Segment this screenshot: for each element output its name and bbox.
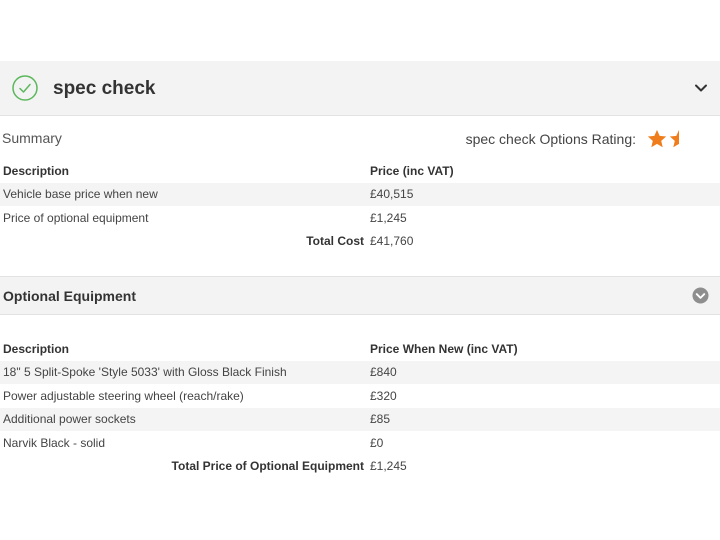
table-cell: £40,515 bbox=[367, 182, 720, 206]
table-row: Price of optional equipment £1,245 bbox=[0, 206, 720, 230]
table-header-row: Description Price (inc VAT) bbox=[0, 159, 720, 183]
table-cell: £840 bbox=[367, 360, 720, 384]
total-label: Total Cost bbox=[306, 234, 364, 249]
table-cell: 18" 5 Split-Spoke 'Style 5033' with Glos… bbox=[0, 360, 367, 384]
spec-check-header[interactable]: spec check bbox=[0, 61, 720, 116]
optional-equipment-table: Description Price When New (inc VAT) 18"… bbox=[0, 337, 720, 478]
page-title: spec check bbox=[53, 78, 156, 99]
options-rating: spec check Options Rating: bbox=[466, 128, 690, 150]
total-row: Total Cost £41,760 bbox=[0, 230, 720, 254]
summary-label: Summary bbox=[2, 130, 62, 146]
table-cell: £85 bbox=[367, 407, 720, 431]
table-row: Narvik Black - solid £0 bbox=[0, 431, 720, 455]
star-full-icon bbox=[647, 129, 667, 148]
section-title: Optional Equipment bbox=[3, 288, 136, 304]
table-row: Vehicle base price when new £40,515 bbox=[0, 182, 720, 206]
column-header: Description bbox=[3, 163, 70, 178]
chevron-down-icon[interactable] bbox=[694, 81, 708, 95]
total-value: £41,760 bbox=[370, 234, 414, 249]
table-cell: Narvik Black - solid bbox=[3, 435, 106, 450]
table-cell: Price of optional equipment bbox=[3, 210, 149, 225]
check-circle-icon bbox=[12, 75, 38, 101]
table-header-row: Description Price When New (inc VAT) bbox=[0, 337, 720, 361]
column-header: Price When New (inc VAT) bbox=[370, 341, 518, 356]
rating-label: spec check Options Rating: bbox=[465, 131, 636, 147]
table-cell: £320 bbox=[370, 388, 397, 403]
star-half-icon bbox=[669, 129, 679, 148]
column-header: Price (inc VAT) bbox=[370, 163, 454, 178]
table-cell: £0 bbox=[370, 435, 384, 450]
table-row: Additional power sockets £85 bbox=[0, 407, 720, 431]
optional-equipment-header[interactable]: Optional Equipment bbox=[0, 276, 720, 315]
chevron-circle-down-icon[interactable] bbox=[692, 287, 709, 304]
rating-stars bbox=[646, 128, 690, 150]
total-value: £1,245 bbox=[370, 459, 407, 474]
table-row: Power adjustable steering wheel (reach/r… bbox=[0, 384, 720, 408]
table-row: 18" 5 Split-Spoke 'Style 5033' with Glos… bbox=[0, 360, 720, 384]
total-row: Total Price of Optional Equipment £1,245 bbox=[0, 455, 720, 479]
total-label: Total Price of Optional Equipment bbox=[171, 459, 364, 474]
column-header: Description bbox=[3, 341, 70, 356]
summary-table: Description Price (inc VAT) Vehicle base… bbox=[0, 159, 720, 253]
table-cell: Vehicle base price when new bbox=[0, 182, 367, 206]
table-cell: Additional power sockets bbox=[0, 407, 367, 431]
table-cell: Power adjustable steering wheel (reach/r… bbox=[3, 388, 244, 403]
table-cell: £1,245 bbox=[370, 210, 407, 225]
